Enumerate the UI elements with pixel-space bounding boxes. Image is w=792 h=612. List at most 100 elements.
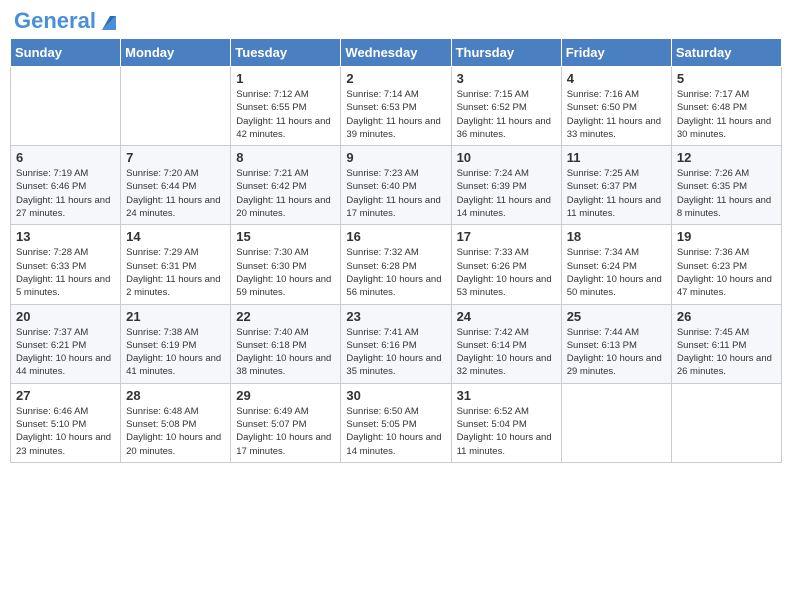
day-detail: Sunrise: 7:12 AMSunset: 6:55 PMDaylight:… [236, 88, 335, 141]
logo-text: General [14, 10, 96, 32]
weekday-header-friday: Friday [561, 39, 671, 67]
day-detail: Sunrise: 7:30 AMSunset: 6:30 PMDaylight:… [236, 246, 335, 299]
weekday-header-tuesday: Tuesday [231, 39, 341, 67]
day-detail: Sunrise: 7:26 AMSunset: 6:35 PMDaylight:… [677, 167, 776, 220]
calendar-day-cell: 10 Sunrise: 7:24 AMSunset: 6:39 PMDayligh… [451, 146, 561, 225]
day-detail: Sunrise: 7:14 AMSunset: 6:53 PMDaylight:… [346, 88, 445, 141]
day-detail: Sunrise: 7:19 AMSunset: 6:46 PMDaylight:… [16, 167, 115, 220]
day-number: 15 [236, 229, 335, 244]
day-number: 7 [126, 150, 225, 165]
day-number: 26 [677, 309, 776, 324]
day-number: 10 [457, 150, 556, 165]
day-number: 22 [236, 309, 335, 324]
calendar-day-cell: 2 Sunrise: 7:14 AMSunset: 6:53 PMDaylight… [341, 67, 451, 146]
day-number: 23 [346, 309, 445, 324]
calendar-day-cell: 21Sunrise: 7:38 AMSunset: 6:19 PMDayligh… [121, 304, 231, 383]
day-detail: Sunrise: 7:20 AMSunset: 6:44 PMDaylight:… [126, 167, 225, 220]
day-detail: Sunrise: 7:16 AMSunset: 6:50 PMDaylight:… [567, 88, 666, 141]
day-detail: Sunrise: 7:24 AMSunset: 6:39 PMDaylight:… [457, 167, 556, 220]
page-header: General [10, 10, 782, 30]
calendar-day-cell: 16 Sunrise: 7:32 AMSunset: 6:28 PMDayligh… [341, 225, 451, 304]
day-detail: Sunrise: 7:41 AMSunset: 6:16 PMDaylight:… [346, 326, 445, 379]
calendar-day-cell: 11Sunrise: 7:25 AMSunset: 6:37 PMDayligh… [561, 146, 671, 225]
day-number: 4 [567, 71, 666, 86]
weekday-header-row: SundayMondayTuesdayWednesdayThursdayFrid… [11, 39, 782, 67]
calendar-day-cell: 18 Sunrise: 7:34 AMSunset: 6:24 PMDayligh… [561, 225, 671, 304]
day-number: 24 [457, 309, 556, 324]
weekday-header-wednesday: Wednesday [341, 39, 451, 67]
calendar-day-cell: 19 Sunrise: 7:36 AMSunset: 6:23 PMDayligh… [671, 225, 781, 304]
day-number: 6 [16, 150, 115, 165]
day-number: 16 [346, 229, 445, 244]
calendar-week-row: 1Sunrise: 7:12 AMSunset: 6:55 PMDaylight… [11, 67, 782, 146]
calendar-day-cell: 23 Sunrise: 7:41 AMSunset: 6:16 PMDayligh… [341, 304, 451, 383]
day-detail: Sunrise: 7:45 AMSunset: 6:11 PMDaylight:… [677, 326, 776, 379]
calendar-empty-cell [121, 67, 231, 146]
day-detail: Sunrise: 7:37 AMSunset: 6:21 PMDaylight:… [16, 326, 115, 379]
day-number: 31 [457, 388, 556, 403]
day-detail: Sunrise: 7:40 AMSunset: 6:18 PMDaylight:… [236, 326, 335, 379]
day-number: 17 [457, 229, 556, 244]
calendar-empty-cell [561, 383, 671, 462]
day-number: 5 [677, 71, 776, 86]
calendar-day-cell: 22 Sunrise: 7:40 AMSunset: 6:18 PMDayligh… [231, 304, 341, 383]
day-detail: Sunrise: 7:42 AMSunset: 6:14 PMDaylight:… [457, 326, 556, 379]
calendar-week-row: 6 Sunrise: 7:19 AMSunset: 6:46 PMDaylight… [11, 146, 782, 225]
calendar-day-cell: 20 Sunrise: 7:37 AMSunset: 6:21 PMDayligh… [11, 304, 121, 383]
day-detail: Sunrise: 7:33 AMSunset: 6:26 PMDaylight:… [457, 246, 556, 299]
calendar-day-cell: 5 Sunrise: 7:17 AMSunset: 6:48 PMDaylight… [671, 67, 781, 146]
weekday-header-thursday: Thursday [451, 39, 561, 67]
day-number: 18 [567, 229, 666, 244]
day-number: 2 [346, 71, 445, 86]
day-detail: Sunrise: 7:15 AMSunset: 6:52 PMDaylight:… [457, 88, 556, 141]
day-detail: Sunrise: 7:32 AMSunset: 6:28 PMDaylight:… [346, 246, 445, 299]
day-number: 12 [677, 150, 776, 165]
day-detail: Sunrise: 7:25 AMSunset: 6:37 PMDaylight:… [567, 167, 666, 220]
weekday-header-monday: Monday [121, 39, 231, 67]
calendar-day-cell: 7 Sunrise: 7:20 AMSunset: 6:44 PMDaylight… [121, 146, 231, 225]
day-number: 29 [236, 388, 335, 403]
day-detail: Sunrise: 6:52 AMSunset: 5:04 PMDaylight:… [457, 405, 556, 458]
day-detail: Sunrise: 6:46 AMSunset: 5:10 PMDaylight:… [16, 405, 115, 458]
calendar-day-cell: 9 Sunrise: 7:23 AMSunset: 6:40 PMDaylight… [341, 146, 451, 225]
calendar-table: SundayMondayTuesdayWednesdayThursdayFrid… [10, 38, 782, 463]
day-detail: Sunrise: 7:36 AMSunset: 6:23 PMDaylight:… [677, 246, 776, 299]
day-detail: Sunrise: 7:29 AMSunset: 6:31 PMDaylight:… [126, 246, 225, 299]
calendar-day-cell: 8 Sunrise: 7:21 AMSunset: 6:42 PMDaylight… [231, 146, 341, 225]
calendar-day-cell: 27Sunrise: 6:46 AMSunset: 5:10 PMDayligh… [11, 383, 121, 462]
day-detail: Sunrise: 7:17 AMSunset: 6:48 PMDaylight:… [677, 88, 776, 141]
day-number: 21 [126, 309, 225, 324]
calendar-day-cell: 31 Sunrise: 6:52 AMSunset: 5:04 PMDayligh… [451, 383, 561, 462]
day-number: 8 [236, 150, 335, 165]
day-detail: Sunrise: 6:50 AMSunset: 5:05 PMDaylight:… [346, 405, 445, 458]
day-detail: Sunrise: 7:21 AMSunset: 6:42 PMDaylight:… [236, 167, 335, 220]
calendar-week-row: 13Sunrise: 7:28 AMSunset: 6:33 PMDayligh… [11, 225, 782, 304]
calendar-week-row: 27Sunrise: 6:46 AMSunset: 5:10 PMDayligh… [11, 383, 782, 462]
day-number: 14 [126, 229, 225, 244]
day-detail: Sunrise: 6:48 AMSunset: 5:08 PMDaylight:… [126, 405, 225, 458]
calendar-day-cell: 17 Sunrise: 7:33 AMSunset: 6:26 PMDayligh… [451, 225, 561, 304]
day-detail: Sunrise: 7:23 AMSunset: 6:40 PMDaylight:… [346, 167, 445, 220]
day-number: 19 [677, 229, 776, 244]
day-detail: Sunrise: 7:28 AMSunset: 6:33 PMDaylight:… [16, 246, 115, 299]
calendar-empty-cell [11, 67, 121, 146]
calendar-day-cell: 1Sunrise: 7:12 AMSunset: 6:55 PMDaylight… [231, 67, 341, 146]
day-number: 3 [457, 71, 556, 86]
day-detail: Sunrise: 7:34 AMSunset: 6:24 PMDaylight:… [567, 246, 666, 299]
calendar-day-cell: 12 Sunrise: 7:26 AMSunset: 6:35 PMDayligh… [671, 146, 781, 225]
calendar-day-cell: 28 Sunrise: 6:48 AMSunset: 5:08 PMDayligh… [121, 383, 231, 462]
day-number: 25 [567, 309, 666, 324]
day-detail: Sunrise: 6:49 AMSunset: 5:07 PMDaylight:… [236, 405, 335, 458]
day-number: 20 [16, 309, 115, 324]
weekday-header-saturday: Saturday [671, 39, 781, 67]
calendar-day-cell: 14 Sunrise: 7:29 AMSunset: 6:31 PMDayligh… [121, 225, 231, 304]
logo: General [14, 10, 120, 30]
day-number: 9 [346, 150, 445, 165]
calendar-day-cell: 15 Sunrise: 7:30 AMSunset: 6:30 PMDayligh… [231, 225, 341, 304]
logo-icon [98, 10, 120, 32]
day-number: 30 [346, 388, 445, 403]
day-number: 28 [126, 388, 225, 403]
calendar-day-cell: 6 Sunrise: 7:19 AMSunset: 6:46 PMDaylight… [11, 146, 121, 225]
calendar-day-cell: 24 Sunrise: 7:42 AMSunset: 6:14 PMDayligh… [451, 304, 561, 383]
calendar-day-cell: 30 Sunrise: 6:50 AMSunset: 5:05 PMDayligh… [341, 383, 451, 462]
